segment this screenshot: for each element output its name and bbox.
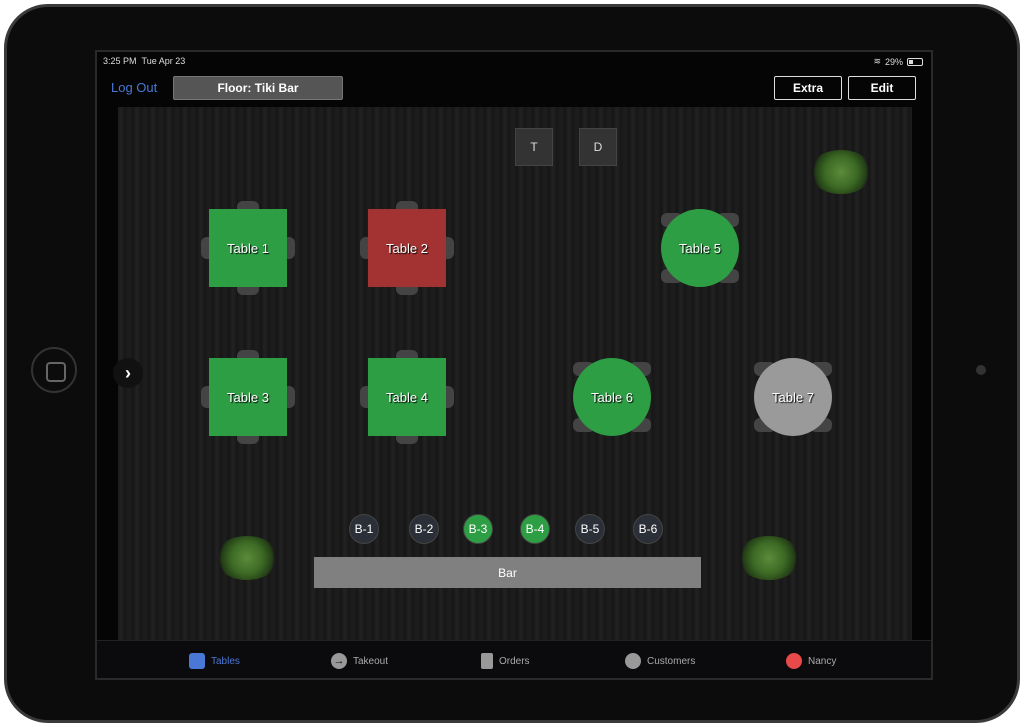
table-6[interactable]: Table 6 <box>573 358 651 436</box>
table-3[interactable]: Table 3 <box>209 358 287 436</box>
tab-label: Takeout <box>353 655 389 667</box>
status-time: 3:25 PM Tue Apr 23 <box>103 56 185 66</box>
table-2[interactable]: Table 2 <box>368 209 446 287</box>
clipboard-icon <box>481 653 493 669</box>
time: 3:25 PM <box>103 56 137 66</box>
person-icon <box>625 653 641 669</box>
bar-seat-b-2[interactable]: B-2 <box>409 514 439 544</box>
extra-button[interactable]: Extra <box>774 76 842 100</box>
screen: 3:25 PM Tue Apr 23 ≋ 29% Log Out Floor: T… <box>95 50 933 680</box>
tab-label: Customers <box>647 655 696 667</box>
arrow-circle-icon: → <box>331 653 347 669</box>
home-button[interactable] <box>31 347 77 393</box>
wifi-icon: ≋ <box>873 56 881 66</box>
bar-counter: Bar <box>314 557 701 588</box>
marker-t[interactable]: T <box>515 128 553 166</box>
marker-d[interactable]: D <box>579 128 617 166</box>
date: Tue Apr 23 <box>141 56 186 66</box>
bar-seat-b-6[interactable]: B-6 <box>633 514 663 544</box>
bar-seat-b-4[interactable]: B-4 <box>520 514 550 544</box>
camera <box>976 365 986 375</box>
logout-button[interactable]: Log Out <box>111 80 157 95</box>
bar-seat-b-5[interactable]: B-5 <box>575 514 605 544</box>
tab-bar: Tables → Takeout Orders Customers Nancy <box>97 640 931 678</box>
table-5[interactable]: Table 5 <box>661 209 739 287</box>
battery-percent: 29% <box>884 56 903 67</box>
user-avatar-icon <box>786 653 802 669</box>
table-4[interactable]: Table 4 <box>368 358 446 436</box>
battery-icon <box>907 57 923 66</box>
edit-button[interactable]: Edit <box>848 76 916 100</box>
tab-label: Orders <box>499 655 530 667</box>
tab-orders[interactable]: Orders <box>481 653 530 669</box>
tab-tables[interactable]: Tables <box>189 653 240 669</box>
table-icon <box>189 653 205 669</box>
tab-label: Tables <box>211 655 240 667</box>
plant-decoration <box>737 536 801 580</box>
floor-selector[interactable]: Floor: Tiki Bar <box>173 76 343 100</box>
table-7[interactable]: Table 7 <box>754 358 832 436</box>
plant-decoration <box>215 536 279 580</box>
table-1[interactable]: Table 1 <box>209 209 287 287</box>
tab-label: Nancy <box>808 655 837 667</box>
chevron-right-icon[interactable]: › <box>113 358 143 388</box>
tab-takeout[interactable]: → Takeout <box>331 653 388 669</box>
status-right: ≋ 29% <box>873 56 923 67</box>
bar-seat-b-1[interactable]: B-1 <box>349 514 379 544</box>
tab-customers[interactable]: Customers <box>625 653 695 669</box>
plant-decoration <box>809 150 873 194</box>
tab-nancy[interactable]: Nancy <box>786 653 836 669</box>
bar-seat-b-3[interactable]: B-3 <box>463 514 493 544</box>
